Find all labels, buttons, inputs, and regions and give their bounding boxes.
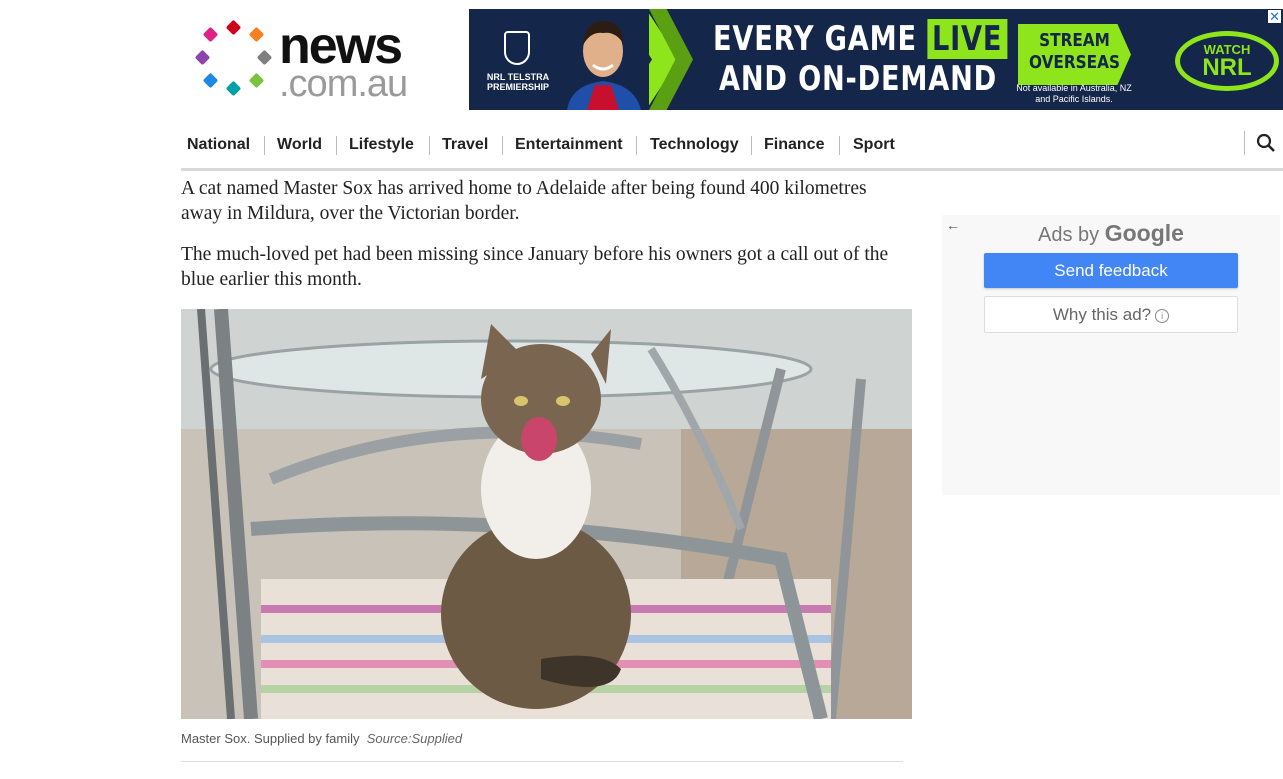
article-image[interactable] [181, 309, 912, 719]
nav-item-technology[interactable]: Technology [650, 136, 739, 154]
search-icon [1256, 133, 1275, 152]
live-badge: LIVE [927, 19, 1008, 59]
stream-overseas-badge[interactable]: STREAM OVERSEAS [1018, 24, 1131, 85]
article-paragraph: The much-loved pet had been missing sinc… [181, 244, 889, 290]
nav-item-sport[interactable]: Sport [853, 136, 895, 154]
nav-divider [636, 136, 637, 155]
nrl-label: NRL [1202, 54, 1252, 81]
caption-text: Master Sox. Supplied by family [181, 731, 360, 746]
premiership-label: NRL TELSTRA PREMIERSHIP [486, 72, 550, 92]
banner-ad[interactable]: NRL TELSTRA PREMIERSHIP EVERY GAME LIVE … [469, 9, 1283, 110]
nav-divider [751, 136, 752, 155]
site-logo[interactable]: news .com.au [193, 18, 433, 104]
cat-photo [181, 309, 912, 719]
logo-dot [248, 72, 265, 89]
banner-headline-2: AND ON-DEMAND [719, 59, 998, 99]
ad-close-icon[interactable]: ✕ [1268, 10, 1281, 23]
info-icon: i [1155, 308, 1170, 323]
article-paragraph: A cat named Master Sox has arrived home … [181, 178, 867, 224]
logo-dot [225, 80, 242, 97]
nav-divider [264, 136, 265, 155]
image-caption: Master Sox. Supplied by family Source:Su… [181, 731, 462, 746]
banner-headline: EVERY GAME LIVE [713, 19, 1008, 59]
why-this-ad-label: Why this ad? [1052, 305, 1152, 324]
player-image [557, 9, 649, 110]
nav-item-entertainment[interactable]: Entertainment [515, 136, 623, 154]
logo-dot [202, 72, 219, 89]
banner-headline-text: EVERY GAME [713, 19, 917, 59]
logo-dot [225, 19, 242, 36]
nav-divider [336, 136, 337, 155]
nav-divider-line [181, 168, 1283, 171]
image-source: Source:Supplied [366, 731, 463, 746]
google-ad-panel: ← Ads by Google Send feedback Why this a… [942, 215, 1280, 495]
stream-label: STREAM [1039, 30, 1110, 51]
watch-nrl-logo[interactable]: WATCH NRL [1175, 31, 1279, 91]
nav-item-travel[interactable]: Travel [442, 136, 488, 154]
logo-subtext: .com.au [279, 63, 408, 105]
nrl-shield-icon [504, 31, 530, 65]
why-this-ad-button[interactable]: Why this ad? i [984, 296, 1238, 333]
nav-divider [429, 136, 430, 155]
nav-divider [839, 136, 840, 155]
search-button[interactable] [1244, 131, 1279, 155]
overseas-label: OVERSEAS [1028, 52, 1121, 73]
main-nav: National World Lifestyle Travel Entertai… [181, 126, 1283, 170]
google-wordmark: Google [1104, 220, 1184, 246]
nav-item-national[interactable]: National [187, 136, 250, 154]
send-feedback-button[interactable]: Send feedback [984, 253, 1238, 288]
ads-by-google: Ads by Google [942, 220, 1280, 247]
availability-note: Not available in Australia, NZ and Pacif… [1016, 83, 1132, 104]
nav-divider [502, 136, 503, 155]
nav-item-lifestyle[interactable]: Lifestyle [349, 136, 414, 154]
caption-divider [181, 761, 903, 762]
logo-dot [202, 26, 219, 43]
nav-item-world[interactable]: World [277, 136, 322, 154]
logo-dot [248, 26, 265, 43]
nav-item-finance[interactable]: Finance [764, 136, 824, 154]
logo-dot [256, 49, 273, 66]
logo-dot [194, 49, 211, 66]
ads-by-label: Ads by [1038, 224, 1100, 246]
